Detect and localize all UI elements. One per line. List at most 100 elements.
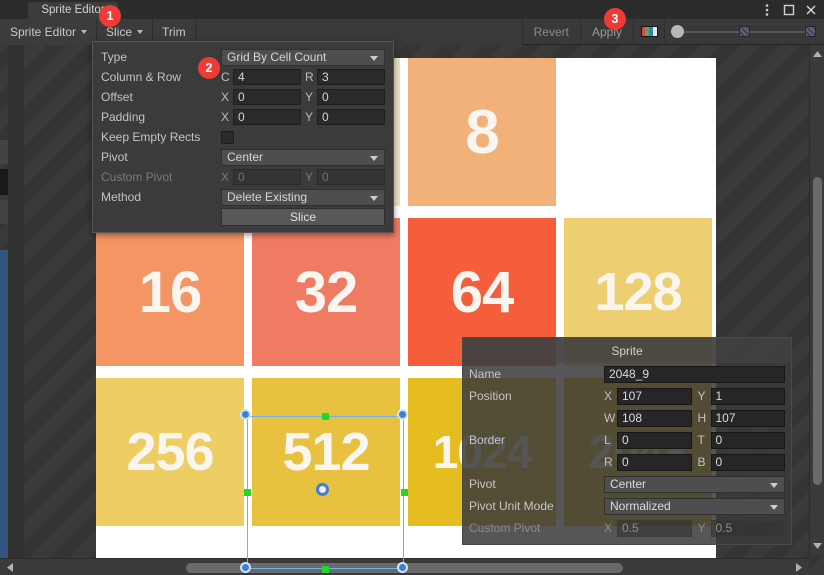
sprite-pos-y-input[interactable]: 1 xyxy=(710,387,785,405)
sprite-border-r-input[interactable]: 0 xyxy=(617,453,692,471)
annotation-badge-1: 1 xyxy=(99,5,121,27)
revert-button-label: Revert xyxy=(533,24,569,39)
sprite-custom-pivot-y-key: Y xyxy=(697,521,706,535)
close-icon[interactable] xyxy=(800,0,822,19)
pivot-handle[interactable] xyxy=(316,483,329,496)
slice-custom-pivot-label: Custom Pivot xyxy=(101,170,173,184)
scroll-down-arrow-icon[interactable] xyxy=(810,539,824,553)
sprite-row-size: W 108 H 107 xyxy=(463,407,791,429)
slice-row-input[interactable]: 3 xyxy=(317,69,385,85)
sprite-pos-w-input[interactable]: 108 xyxy=(617,409,692,427)
alpha-texture-icon-right[interactable] xyxy=(805,26,816,37)
left-gutter-panel xyxy=(8,45,24,562)
alpha-slider-track[interactable] xyxy=(750,25,805,39)
sprite-pos-h-key: H xyxy=(697,411,707,425)
sprite-inspector-title: Sprite xyxy=(463,338,791,363)
annotation-badge-2: 2 xyxy=(198,57,220,79)
chevron-down-icon xyxy=(81,29,88,34)
slice-method-label: Method xyxy=(101,190,142,204)
slice-padding-x-input[interactable]: 0 xyxy=(233,109,301,125)
sprite-pivot-unit-dropdown[interactable]: Normalized xyxy=(604,497,785,515)
sprite-pos-x-key: X xyxy=(604,389,613,403)
slice-row-type: Type Grid By Cell Count xyxy=(101,47,385,67)
sprite-editor-menu-button[interactable]: Sprite Editor xyxy=(0,18,98,45)
sprite-tile-16[interactable]: 16 xyxy=(96,218,244,366)
vertical-scrollbar-thumb[interactable] xyxy=(813,177,822,485)
slice-padding-label: Padding xyxy=(101,110,146,124)
border-handle-s[interactable] xyxy=(322,565,329,573)
sprite-border-t-input[interactable]: 0 xyxy=(710,431,785,449)
slice-apply-button[interactable]: Slice xyxy=(221,208,385,226)
slice-keep-empty-checkbox[interactable] xyxy=(221,130,234,144)
slice-options-panel[interactable]: Type Grid By Cell Count Column & Row C 4… xyxy=(92,41,394,233)
slice-method-dropdown[interactable]: Delete Existing xyxy=(221,188,385,206)
slice-custom-pivot-y-key: Y xyxy=(305,170,314,184)
slice-pivot-dropdown[interactable]: Center xyxy=(221,148,385,166)
chevron-down-icon xyxy=(770,504,778,510)
vertical-scrollbar[interactable] xyxy=(809,45,824,555)
border-handle-e[interactable] xyxy=(400,489,408,496)
scroll-up-arrow-icon[interactable] xyxy=(810,47,824,61)
revert-button[interactable]: Revert xyxy=(521,18,580,45)
sprite-border-l-key: L xyxy=(604,433,611,447)
sprite-name-label: Name xyxy=(469,367,502,381)
trim-button-label: Trim xyxy=(162,24,186,39)
resize-handle-sw[interactable] xyxy=(240,562,251,573)
slice-keep-empty-label: Keep Empty Rects xyxy=(101,130,201,144)
slice-column-key: C xyxy=(221,70,230,84)
chevron-down-icon xyxy=(370,55,378,61)
left-accent-strip xyxy=(0,250,8,575)
kebab-menu-icon[interactable] xyxy=(756,0,778,19)
slice-custom-pivot-x-input: 0 xyxy=(233,169,301,185)
border-handle-n[interactable] xyxy=(322,412,329,420)
slice-column-input[interactable]: 4 xyxy=(233,69,301,85)
sprite-row-border: Border L 0 T 0 xyxy=(463,429,791,451)
sprite-row-position: Position X 107 Y 1 xyxy=(463,385,791,407)
sprite-pivot-unit-label: Pivot Unit Mode xyxy=(469,499,554,513)
preview-sliders xyxy=(665,19,824,45)
sprite-pivot-value: Center xyxy=(610,477,647,491)
slice-offset-x-key: X xyxy=(221,90,230,104)
alpha-texture-icon-left[interactable] xyxy=(739,26,750,37)
resize-handle-se[interactable] xyxy=(397,562,408,573)
left-edge-notch-mid xyxy=(0,169,8,195)
sprite-name-input[interactable]: 2048_9 xyxy=(604,365,785,383)
zoom-slider-knob[interactable] xyxy=(671,25,684,38)
slice-row-method: Method Delete Existing xyxy=(101,187,385,207)
slice-offset-label: Offset xyxy=(101,90,133,104)
sprite-border-b-input[interactable]: 0 xyxy=(710,453,785,471)
sprite-border-l-input[interactable]: 0 xyxy=(617,431,692,449)
sprite-tile-8[interactable]: 8 xyxy=(408,58,556,206)
scroll-left-arrow-icon[interactable] xyxy=(2,559,18,575)
rgb-channel-button[interactable] xyxy=(633,18,665,45)
sprite-tile-label: 256 xyxy=(126,422,214,482)
resize-handle-nw[interactable] xyxy=(240,409,251,420)
sprite-pos-x-input[interactable]: 107 xyxy=(617,387,692,405)
sprite-custom-pivot-y-input: 0.5 xyxy=(710,519,785,537)
annotation-badge-3: 3 xyxy=(604,8,626,30)
sprite-border-b-key: B xyxy=(697,455,706,469)
zoom-slider-track[interactable] xyxy=(684,25,739,39)
slice-padding-y-input[interactable]: 0 xyxy=(317,109,385,125)
slice-row-pivot: Pivot Center xyxy=(101,147,385,167)
sprite-row-pivot: Pivot Center xyxy=(463,473,791,495)
maximize-icon[interactable] xyxy=(778,0,800,19)
resize-handle-ne[interactable] xyxy=(397,409,408,420)
slice-pivot-label: Pivot xyxy=(101,150,128,164)
sprite-custom-pivot-x-key: X xyxy=(604,521,613,535)
chevron-down-icon xyxy=(137,29,144,34)
sprite-position-label: Position xyxy=(469,389,512,403)
slice-offset-y-input[interactable]: 0 xyxy=(317,89,385,105)
border-handle-w[interactable] xyxy=(243,489,251,496)
sprite-tile-256[interactable]: 256 xyxy=(96,378,244,526)
sprite-tile-32[interactable]: 32 xyxy=(252,218,400,366)
slice-type-dropdown[interactable]: Grid By Cell Count xyxy=(221,48,385,66)
sprite-inspector-panel[interactable]: Sprite Name 2048_9 Position X 107 Y 1 W … xyxy=(462,337,792,545)
sprite-row-name: Name 2048_9 xyxy=(463,363,791,385)
slice-offset-x-input[interactable]: 0 xyxy=(233,89,301,105)
scroll-right-arrow-icon[interactable] xyxy=(791,559,807,575)
sprite-pos-y-key: Y xyxy=(697,389,706,403)
sprite-border-r-key: R xyxy=(604,455,613,469)
sprite-pivot-dropdown[interactable]: Center xyxy=(604,475,785,493)
sprite-pos-h-input[interactable]: 107 xyxy=(710,409,785,427)
